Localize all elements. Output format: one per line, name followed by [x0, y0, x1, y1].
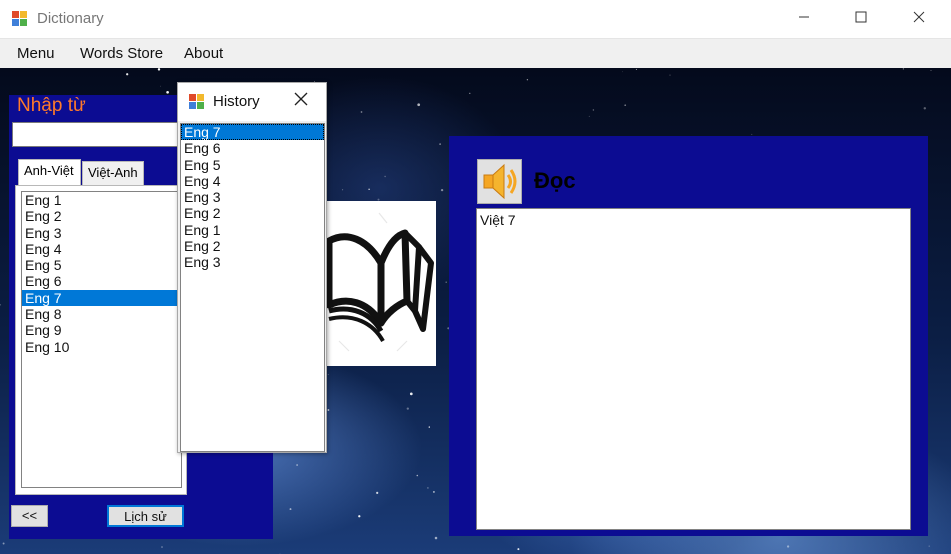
word-list-item[interactable]: Eng 8 — [22, 306, 181, 322]
history-list[interactable]: Eng 7 Eng 6 Eng 5 Eng 4 Eng 3 Eng 2 Eng 1 Eng 2… — [180, 123, 325, 452]
book-image — [325, 201, 436, 366]
close-icon — [913, 11, 925, 23]
word-list-item[interactable]: Eng 10 — [22, 339, 181, 355]
menu-item-menu[interactable]: Menu — [17, 45, 55, 62]
history-title: History — [213, 93, 260, 110]
history-button[interactable]: Lịch sử — [107, 505, 184, 527]
meaning-text: Việt 7 — [480, 212, 516, 228]
back-button[interactable]: << — [11, 505, 48, 527]
history-title-bar: History — [178, 83, 326, 121]
history-app-icon — [189, 94, 205, 110]
speak-button[interactable] — [477, 159, 522, 204]
close-icon — [294, 92, 308, 106]
search-input[interactable] — [12, 122, 187, 147]
word-list-item[interactable]: Eng 2 — [22, 208, 181, 224]
tab-anh-viet[interactable]: Anh-Việt — [18, 159, 81, 185]
word-list-item[interactable]: Eng 6 — [22, 273, 181, 289]
tab-page-anh-viet: Eng 1 Eng 2 Eng 3 Eng 4 Eng 5 Eng 6 Eng 7 Eng 8… — [15, 185, 187, 495]
history-list-item[interactable]: Eng 4 — [181, 173, 324, 189]
window-title: Dictionary — [37, 10, 104, 27]
word-list-item[interactable]: Eng 7 — [22, 289, 181, 307]
speaker-icon — [483, 163, 517, 200]
word-list-item[interactable]: Eng 4 — [22, 241, 181, 257]
menu-item-about[interactable]: About — [184, 45, 223, 62]
word-list-item[interactable]: Eng 9 — [22, 322, 181, 338]
history-list-item[interactable]: Eng 3 — [181, 254, 324, 270]
menu-bar: Menu Words Store About — [0, 39, 951, 68]
maximize-button[interactable] — [832, 0, 890, 38]
tab-viet-anh[interactable]: Việt-Anh — [82, 161, 144, 185]
history-list-item[interactable]: Eng 7 — [181, 124, 324, 141]
menu-item-words-store[interactable]: Words Store — [80, 45, 163, 62]
history-close-button[interactable] — [294, 89, 308, 112]
close-button[interactable] — [890, 0, 948, 38]
right-panel: Đọc Việt 7 — [449, 136, 928, 536]
title-bar: Dictionary — [0, 0, 951, 39]
history-list-item[interactable]: Eng 2 — [181, 238, 324, 254]
history-list-item[interactable]: Eng 1 — [181, 222, 324, 238]
history-window: History Eng 7 Eng 6 Eng 5 Eng 4 Eng 3 Eng 2 En… — [177, 82, 327, 453]
history-list-item[interactable]: Eng 5 — [181, 157, 324, 173]
maximize-icon — [855, 11, 867, 23]
minimize-button[interactable] — [775, 0, 833, 38]
read-label: Đọc — [534, 168, 576, 193]
open-book-icon — [325, 212, 434, 352]
word-list-item[interactable]: Eng 1 — [22, 192, 181, 208]
minimize-icon — [799, 16, 809, 18]
meaning-box[interactable]: Việt 7 — [476, 208, 911, 530]
client-area: Nhập từ Việt-Anh Eng 1 Eng 2 Eng 3 Eng 4 Eng… — [0, 68, 951, 554]
app-icon — [12, 11, 28, 27]
word-list[interactable]: Eng 1 Eng 2 Eng 3 Eng 4 Eng 5 Eng 6 Eng 7 Eng 8… — [21, 191, 182, 488]
history-list-item[interactable]: Eng 2 — [181, 205, 324, 221]
word-list-item[interactable]: Eng 3 — [22, 225, 181, 241]
history-list-item[interactable]: Eng 3 — [181, 189, 324, 205]
history-list-item[interactable]: Eng 6 — [181, 140, 324, 156]
tab-control: Việt-Anh Eng 1 Eng 2 Eng 3 Eng 4 Eng 5 Eng 6E… — [12, 159, 187, 496]
input-label: Nhập từ — [17, 95, 86, 116]
word-list-item[interactable]: Eng 5 — [22, 257, 181, 273]
